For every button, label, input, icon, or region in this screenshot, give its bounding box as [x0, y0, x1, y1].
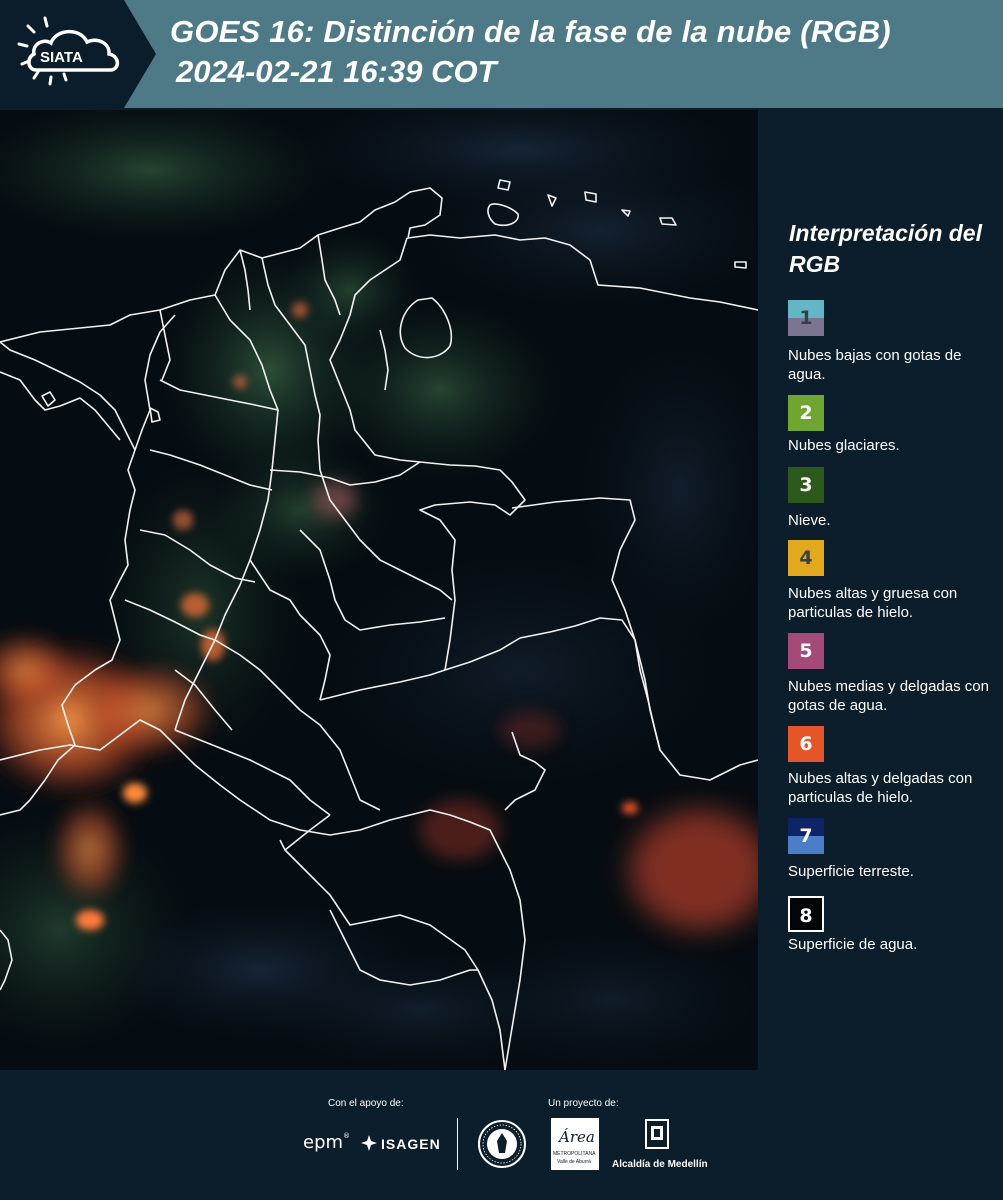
legend-swatch-8: 8	[788, 896, 824, 932]
legend-swatch-number: 4	[799, 547, 813, 569]
logo-text: SIATA	[40, 49, 83, 66]
legend: Interpretación del RGB 1 Nubes bajas con …	[776, 110, 998, 1070]
legend-swatch-number: 5	[799, 640, 813, 662]
satellite-image	[0, 110, 758, 1070]
legend-swatch-number: 1	[799, 307, 813, 329]
seal-icon	[478, 1120, 526, 1168]
legend-label-7: Superficie terreste.	[788, 863, 914, 880]
legend-label-8: Superficie de agua.	[788, 936, 918, 953]
epm-logo: epm®	[303, 1132, 351, 1153]
area-metropolitana-logo: Área METROPOLITANA Valle de Aburrá	[551, 1118, 599, 1170]
siata-logo: SIATA	[17, 16, 120, 86]
legend-label-6: Nubes altas y delgadas con particulas de…	[788, 770, 973, 806]
legend-title: Interpretación del RGB	[789, 220, 982, 277]
footer: Con el apoyo de: Un proyecto de: epm® IS…	[0, 1070, 1003, 1200]
legend-swatch-number: 8	[799, 905, 813, 927]
project-caption: Un proyecto de:	[548, 1098, 619, 1109]
support-caption: Con el apoyo de:	[328, 1098, 404, 1109]
legend-label-1: Nubes bajas con gotas de agua.	[788, 347, 962, 383]
legend-swatch-4: 4	[788, 540, 824, 576]
legend-label-3: Nieve.	[788, 512, 831, 529]
legend-swatch-3: 3	[788, 467, 824, 503]
legend-swatch-1: 1	[788, 300, 824, 336]
legend-swatch-number: 7	[799, 825, 813, 847]
area-logo-sub2: Valle de Aburrá	[557, 1159, 591, 1165]
page: SIATA GOES 16: Distinción de la fase de …	[0, 0, 1003, 1200]
alcaldia-logo-text: Alcaldía de Medellín	[612, 1159, 708, 1170]
legend-label-5: Nubes medias y delgadas con gotas de agu…	[788, 678, 989, 714]
legend-swatch-2: 2	[788, 395, 824, 431]
legend-swatch-7: 7	[788, 818, 824, 854]
legend-label-2: Nubes glaciares.	[788, 437, 900, 454]
title-line-2: 2024-02-21 16:39 COT	[176, 54, 497, 89]
isagen-icon	[361, 1135, 377, 1151]
title-line-1: GOES 16: Distinción de la fase de la nub…	[170, 14, 891, 49]
area-logo-sub: METROPOLITANA	[553, 1151, 596, 1157]
legend-swatch-number: 2	[799, 402, 813, 424]
satellite-map[interactable]	[0, 110, 758, 1070]
area-logo-title: Área	[559, 1128, 595, 1146]
legend-swatch-number: 6	[799, 733, 813, 755]
epm-logo-text: epm	[303, 1132, 344, 1153]
legend-swatch-number: 3	[799, 474, 813, 496]
legend-swatch-6: 6	[788, 726, 824, 762]
alcaldia-shield-icon	[645, 1119, 669, 1149]
header: SIATA GOES 16: Distinción de la fase de …	[0, 0, 1003, 108]
footer-divider	[457, 1118, 458, 1170]
isagen-logo-text: ISAGEN	[381, 1136, 441, 1152]
legend-label-4: Nubes altas y gruesa con particulas de h…	[788, 585, 958, 621]
legend-swatch-5: 5	[788, 633, 824, 669]
